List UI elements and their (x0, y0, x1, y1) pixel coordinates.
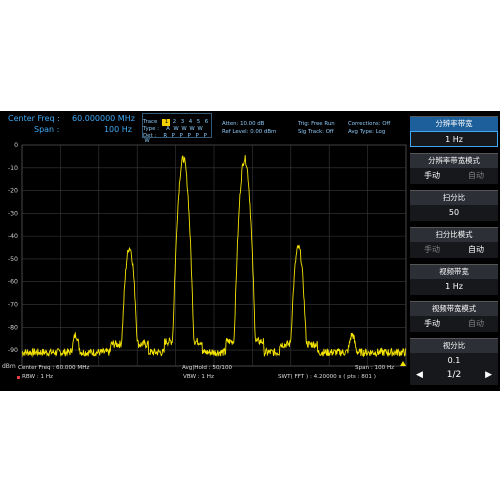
vbw-mode-auto[interactable]: 自动 (454, 316, 498, 332)
footer-vbw: VBW : 1 Hz (183, 374, 214, 380)
center-freq-label: Center Freq : (8, 114, 60, 123)
softkey-vbw-title: 视频带宽 (410, 264, 498, 279)
status-footer: Center Freq : 60.000 MHz Avg|Hold : 50/1… (0, 361, 408, 391)
avg-type-text: Avg Type: Log (348, 129, 386, 135)
y-tick-label: 0 (14, 142, 18, 149)
rbw-mode-manual[interactable]: 手动 (410, 168, 454, 184)
softkey-vbw-value[interactable]: 1 Hz (410, 279, 498, 295)
softkey-vbw-mode[interactable]: 视频带宽模式 手动 自动 (410, 301, 498, 332)
atten-text: Atten: 10.00 dB (222, 121, 265, 127)
y-tick-label: -30 (8, 210, 18, 217)
y-tick-label: -50 (8, 256, 18, 263)
softkey-sweep-ratio[interactable]: 扫分比 50 (410, 190, 498, 221)
page-indicator: 1/2 (446, 370, 462, 380)
softkey-vbw-mode-title: 视频带宽模式 (410, 301, 498, 316)
center-freq-value[interactable]: 60.000000 MHz (72, 114, 135, 123)
spectrum-chart: 0-10-20-30-40-50-60-70-80-90dBm (2, 142, 407, 370)
soft-key-panel: 分辨率带宽 1 Hz 分辨率带宽模式 手动 自动 扫分比 50 扫分比模式 手动… (408, 111, 500, 391)
softkey-rbw-value[interactable]: 1 Hz (410, 131, 498, 147)
softkey-rbw-mode[interactable]: 分辨率带宽模式 手动 自动 (410, 153, 498, 184)
footer-span: Span : 100 Hz (355, 365, 395, 371)
triangle-right-icon[interactable]: ▶ (479, 370, 498, 380)
y-tick-label: -70 (8, 301, 18, 308)
sig-track-text: Sig Track: Off (298, 129, 334, 135)
corrections-text: Corrections: Off (348, 121, 391, 127)
y-tick-label: -60 (8, 279, 18, 286)
trig-text: Trig: Free Run (298, 121, 335, 127)
footer-rbw: RBW : 1 Hz (22, 374, 53, 380)
status-header: Center Freq : 60.000000 MHz Span : 100 H… (0, 111, 408, 144)
softkey-sweep-ratio-value[interactable]: 50 (410, 205, 498, 221)
softkey-sweep-ratio-mode[interactable]: 扫分比模式 手动 自动 (410, 227, 498, 258)
ref-level-text: Ref Level: 0.00 dBm (222, 129, 277, 135)
trace-info[interactable]: Trace 123456 Type : A W W W WW Det : RPPPPP (142, 113, 212, 144)
footer-avg-hold: Avg|Hold : 50/100 (182, 365, 233, 371)
softkey-sweep-ratio-mode-title: 扫分比模式 (410, 227, 498, 242)
spectrum-plot[interactable]: 0 -10 -20 -30 -40 -50 -60 -70 -80 -90 dBm (0, 139, 408, 373)
footer-swt: SWT( FFT ) : 4.20000 s ( pts : 801 ) (278, 374, 376, 380)
rbw-mode-auto[interactable]: 自动 (454, 168, 498, 184)
triangle-left-icon[interactable]: ◀ (410, 370, 429, 380)
vbw-mode-manual[interactable]: 手动 (410, 316, 454, 332)
y-tick-label: -20 (8, 188, 18, 195)
softkey-vbw[interactable]: 视频带宽 1 Hz (410, 264, 498, 295)
span-label: Span : (34, 125, 60, 134)
softkey-sweep-ratio-title: 扫分比 (410, 190, 498, 205)
analyzer-screen: Center Freq : 60.000000 MHz Span : 100 H… (0, 111, 500, 391)
sweep-ratio-mode-manual[interactable]: 手动 (410, 242, 454, 258)
rbw-marker-icon (17, 376, 20, 379)
y-tick-label: -40 (8, 233, 18, 240)
page-navigator: ◀ 1/2 ▶ (410, 365, 498, 385)
y-tick-label: -10 (8, 165, 18, 172)
y-tick-label: -80 (8, 324, 18, 331)
softkey-video-ratio-title: 视分比 (410, 338, 498, 353)
softkey-rbw-mode-title: 分辨率带宽模式 (410, 153, 498, 168)
footer-center-freq: Center Freq : 60.000 MHz (18, 365, 90, 371)
span-value[interactable]: 100 Hz (72, 125, 132, 134)
span-marker-icon (400, 361, 406, 366)
sweep-ratio-mode-auto[interactable]: 自动 (454, 242, 498, 258)
softkey-rbw-title: 分辨率带宽 (410, 116, 498, 131)
y-tick-label: -90 (8, 347, 18, 354)
softkey-rbw[interactable]: 分辨率带宽 1 Hz (410, 116, 498, 147)
